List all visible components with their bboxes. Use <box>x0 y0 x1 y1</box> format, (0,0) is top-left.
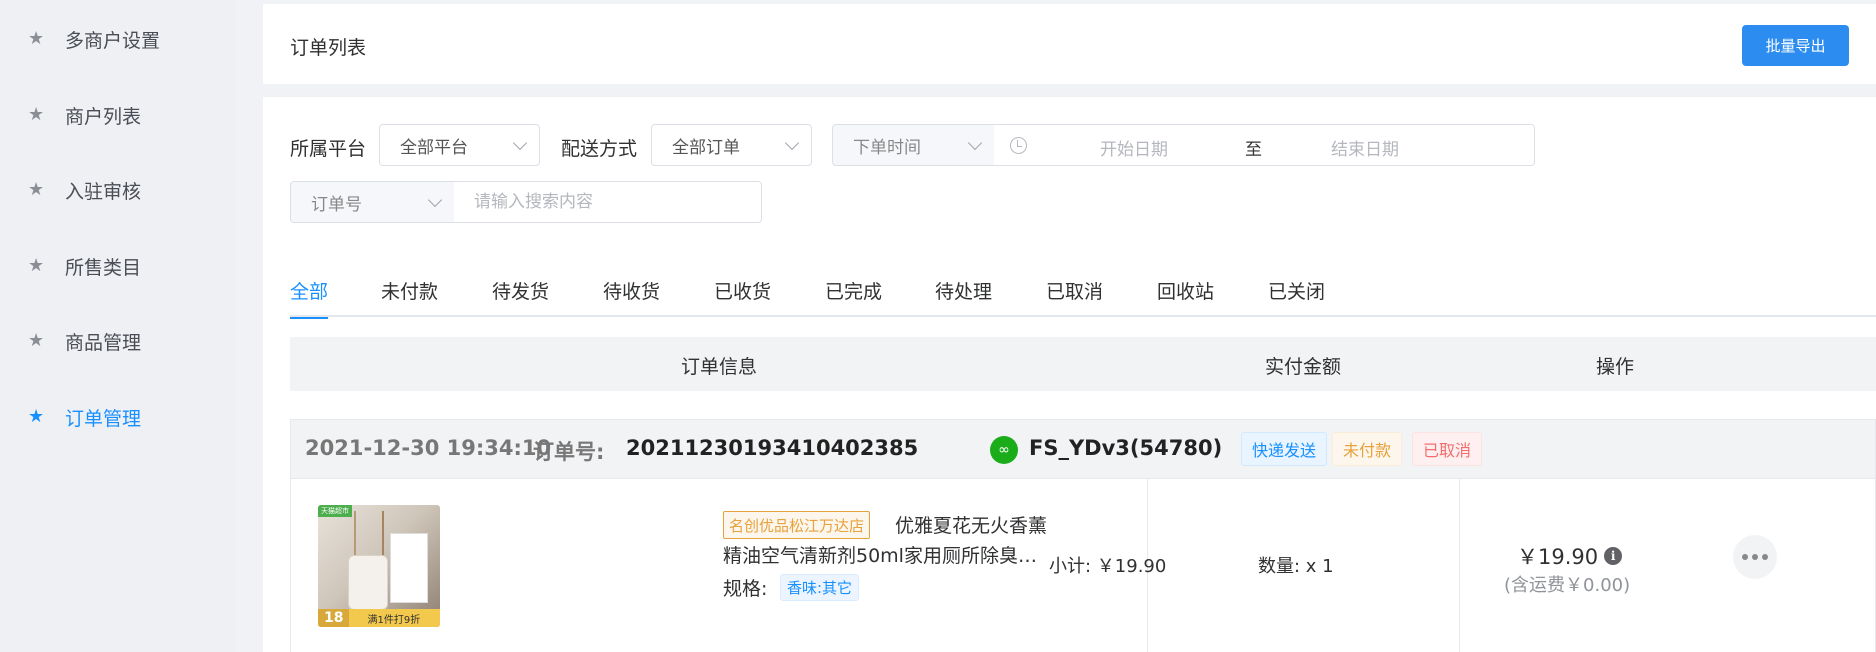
search-type-select[interactable]: 订单号 <box>290 181 455 223</box>
box-graphic <box>390 533 428 603</box>
wechat-miniprogram-icon: ∞ <box>990 436 1018 464</box>
spec-label: 规格: <box>723 578 768 600</box>
main-card: 所属平台 全部平台 配送方式 全部订单 下单时间 开始日期 至 结束日期 订单号… <box>263 97 1876 652</box>
product-title-line2[interactable]: 精油空气清新剂50ml家用厕所除臭芳香剂 <box>723 541 1043 568</box>
order-no-label: 订单号: <box>533 440 605 464</box>
reed-sticks-graphic <box>354 511 384 559</box>
order-date: 2021-12-30 19:34:10 <box>305 436 552 460</box>
sidebar-item-products[interactable]: ★ 商品管理 <box>0 321 236 361</box>
page-title: 订单列表 <box>290 37 367 59</box>
range-separator: 至 <box>1245 140 1262 160</box>
delivery-label: 配送方式 <box>561 138 638 160</box>
date-range-picker[interactable]: 开始日期 至 结束日期 <box>994 124 1535 166</box>
tab-closed[interactable]: 已关闭 <box>1268 277 1325 317</box>
star-icon: ★ <box>28 406 45 427</box>
sidebar: ★ 多商户设置 ★ 商户列表 ★ 入驻审核 ★ 所售类目 ★ 商品管理 ★ 订单… <box>0 0 236 652</box>
header-card: 订单列表 批量导出 <box>263 4 1876 84</box>
chevron-down-icon <box>967 135 983 151</box>
payment-status-tag: 未付款 <box>1332 432 1403 466</box>
quantity: 数量: x 1 <box>1258 556 1334 577</box>
sidebar-item-orders[interactable]: ★ 订单管理 <box>0 397 236 437</box>
product-image[interactable]: 天猫超市 18 满1件打9折 <box>318 505 440 627</box>
tab-cancelled[interactable]: 已取消 <box>1046 277 1103 317</box>
column-header-paid-amount: 实付金额 <box>1265 356 1342 378</box>
column-header-actions: 操作 <box>1596 356 1635 378</box>
delivery-tag: 快递发送 <box>1241 432 1328 466</box>
product-image-price: 18 <box>318 609 350 627</box>
tab-received[interactable]: 已收货 <box>714 277 771 317</box>
batch-export-button[interactable]: 批量导出 <box>1742 25 1849 66</box>
sidebar-item-onboarding-review[interactable]: ★ 入驻审核 <box>0 170 236 210</box>
sidebar-item-label: 商品管理 <box>65 331 142 354</box>
delivery-select[interactable]: 全部订单 <box>651 124 812 166</box>
star-icon: ★ <box>28 255 45 276</box>
sidebar-item-label: 订单管理 <box>65 407 142 430</box>
order-status-tag: 已取消 <box>1412 432 1483 466</box>
search-type-value: 订单号 <box>311 194 362 215</box>
tab-unpaid[interactable]: 未付款 <box>381 277 438 317</box>
chevron-down-icon <box>427 192 443 208</box>
spec-tag: 香味:其它 <box>780 574 860 601</box>
shop-tag: 名创优品松江万达店 <box>723 511 871 539</box>
star-icon: ★ <box>28 179 45 200</box>
tab-all[interactable]: 全部 <box>290 277 329 319</box>
sidebar-item-label: 所售类目 <box>65 256 142 279</box>
chevron-down-icon <box>512 135 528 151</box>
tab-to-receive[interactable]: 待收货 <box>603 277 660 317</box>
bottle-graphic <box>348 555 388 610</box>
product-image-badge: 天猫超市 <box>318 505 352 517</box>
platform-label: 所属平台 <box>290 138 367 160</box>
more-actions-button[interactable] <box>1733 535 1777 579</box>
delivery-select-value: 全部订单 <box>672 137 740 158</box>
order-no: 20211230193410402385 <box>626 436 919 460</box>
tab-completed[interactable]: 已完成 <box>825 277 882 317</box>
end-date-input[interactable]: 结束日期 <box>1331 135 1399 160</box>
star-icon: ★ <box>28 330 45 351</box>
sidebar-item-merchant-settings[interactable]: ★ 多商户设置 <box>0 19 236 59</box>
sidebar-item-label: 入驻审核 <box>65 180 142 203</box>
dot <box>1762 554 1768 560</box>
table-header: 订单信息 实付金额 操作 <box>290 337 1876 391</box>
order-user: FS_YDv3(54780) <box>1029 436 1223 460</box>
product-image-promo-strip: 18 满1件打9折 <box>318 609 440 627</box>
star-icon: ★ <box>28 104 45 125</box>
shipping-fee-note: (含运费￥0.00) <box>1504 575 1631 596</box>
status-tabs: 全部 未付款 待发货 待收货 已收货 已完成 待处理 已取消 回收站 已关闭 <box>290 277 1876 319</box>
subtotal: 小计: ￥19.90 <box>1049 556 1167 577</box>
sidebar-item-label: 多商户设置 <box>65 29 161 52</box>
tab-recycle-bin[interactable]: 回收站 <box>1157 277 1214 317</box>
column-header-order-info: 订单信息 <box>681 356 758 378</box>
product-title[interactable]: 优雅夏花无火香薰 <box>895 511 1047 538</box>
column-divider <box>1459 479 1460 652</box>
star-icon: ★ <box>28 28 45 49</box>
paid-amount-value: ￥19.90 <box>1517 545 1599 569</box>
sidebar-item-merchant-list[interactable]: ★ 商户列表 <box>0 95 236 135</box>
chevron-down-icon <box>784 135 800 151</box>
tab-to-ship[interactable]: 待发货 <box>492 277 549 317</box>
order-header: 2021-12-30 19:34:10 订单号: 202112301934104… <box>290 419 1876 479</box>
paid-amount: ￥19.90 i <box>1517 541 1623 571</box>
start-date-input[interactable]: 开始日期 <box>1100 135 1168 160</box>
clock-icon <box>1010 137 1027 154</box>
sidebar-item-label: 商户列表 <box>65 105 142 128</box>
time-type-value: 下单时间 <box>853 137 921 158</box>
platform-select[interactable]: 全部平台 <box>379 124 540 166</box>
time-type-select[interactable]: 下单时间 <box>832 124 995 166</box>
dot <box>1752 554 1758 560</box>
info-icon[interactable]: i <box>1604 547 1623 565</box>
search-input[interactable] <box>454 181 762 223</box>
dot <box>1742 554 1748 560</box>
product-image-promo: 满1件打9折 <box>367 614 421 626</box>
platform-select-value: 全部平台 <box>400 137 468 158</box>
sidebar-item-categories[interactable]: ★ 所售类目 <box>0 246 236 286</box>
tab-pending[interactable]: 待处理 <box>935 277 992 317</box>
